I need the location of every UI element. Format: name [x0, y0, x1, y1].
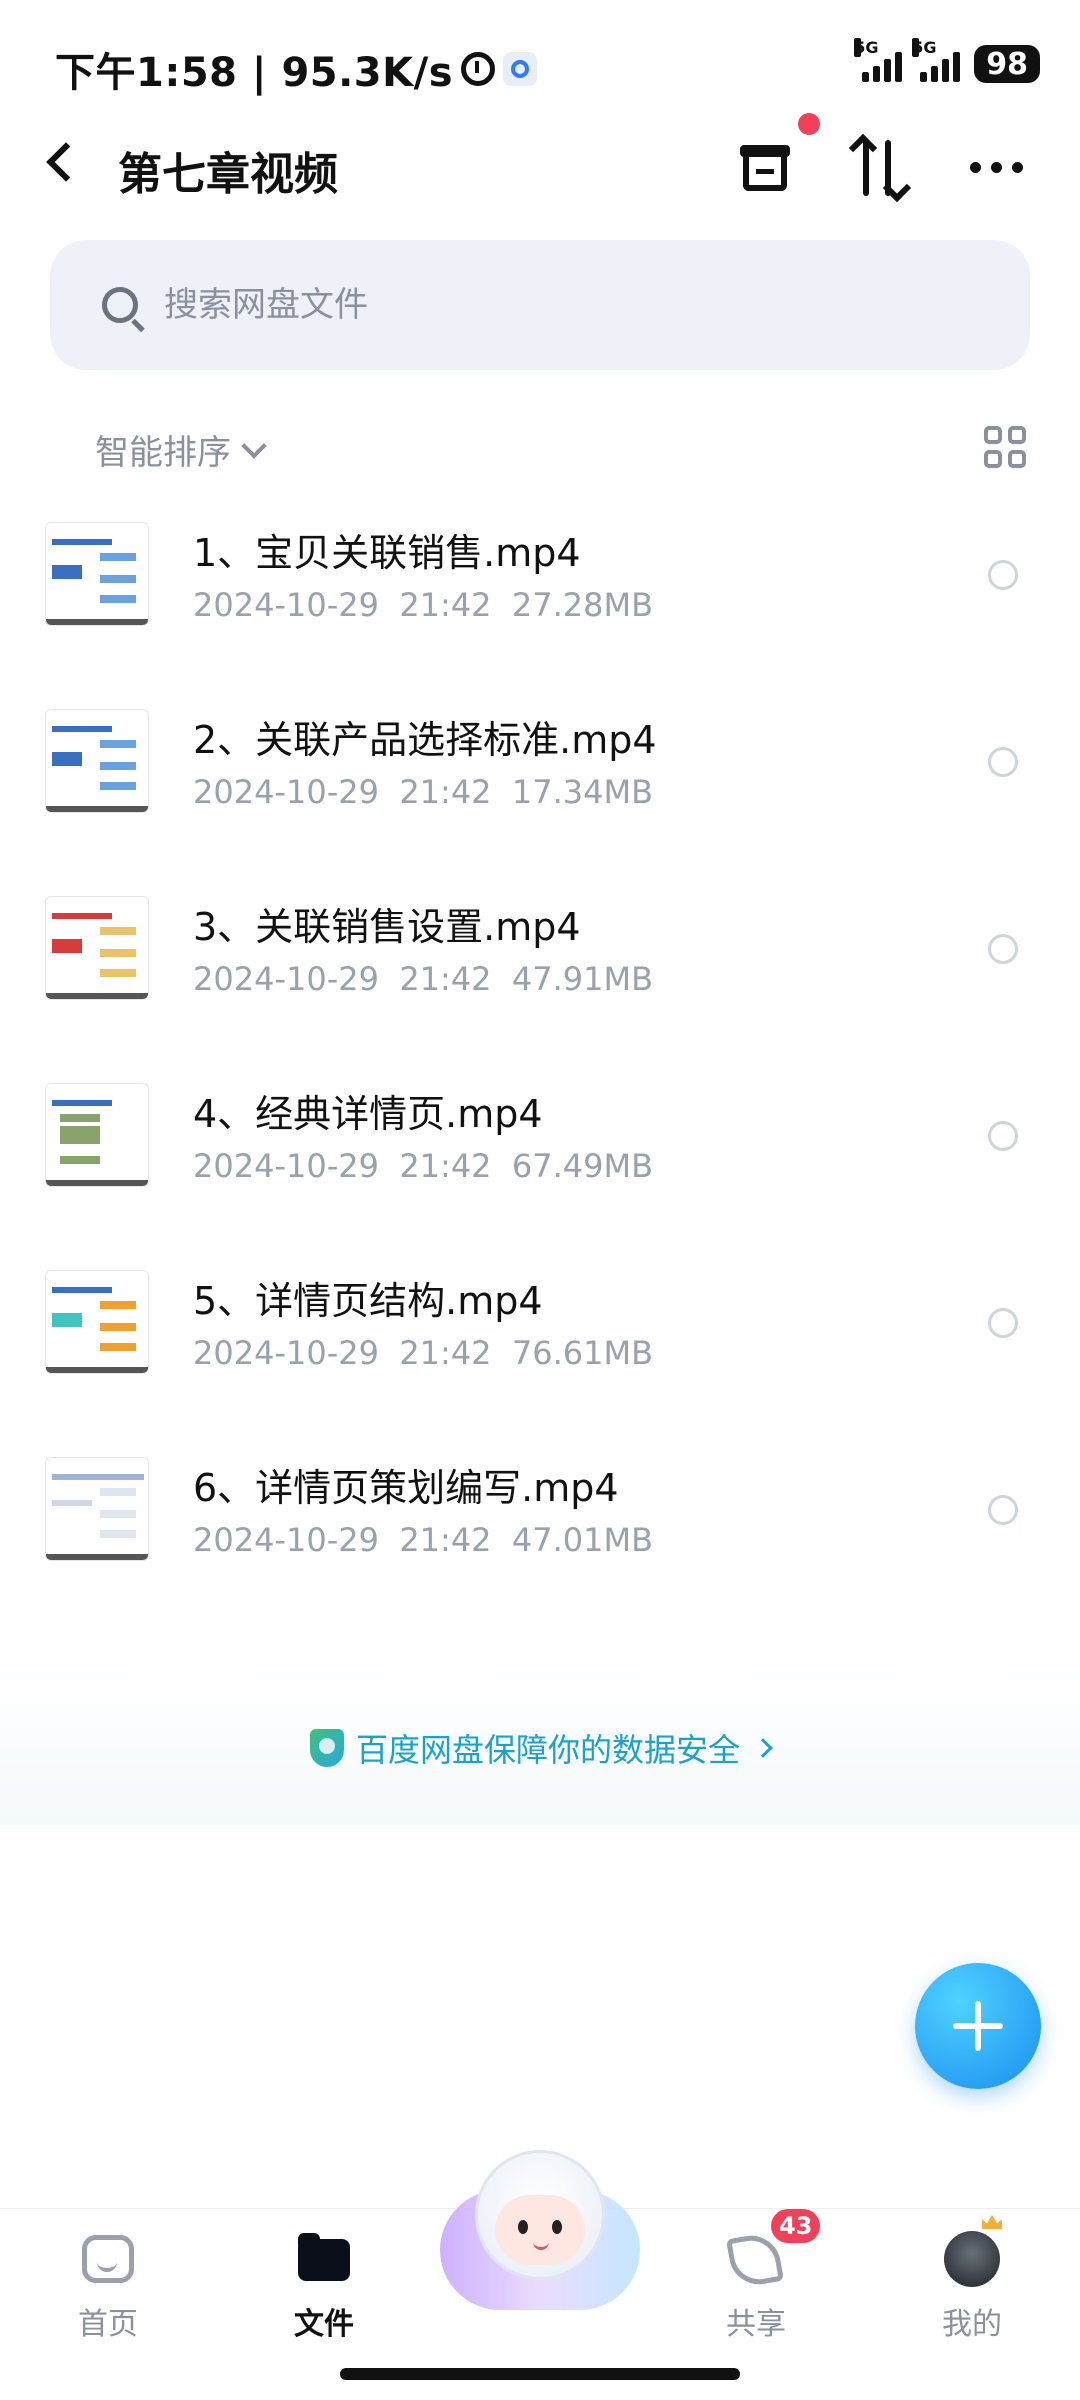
- video-thumbnail: [45, 1457, 149, 1561]
- file-size: 47.01MB: [511, 1521, 654, 1559]
- chevron-right-icon: [753, 1737, 773, 1758]
- select-radio[interactable]: [988, 1121, 1018, 1151]
- alarm-icon: [461, 52, 496, 86]
- nav-home-label: 首页: [78, 2307, 138, 2342]
- select-radio[interactable]: [988, 560, 1018, 590]
- file-time: 21:42: [399, 586, 492, 624]
- file-meta: 2024-10-29 21:42 67.49MB: [193, 1147, 653, 1185]
- nav-mine-label: 我的: [942, 2307, 1002, 2342]
- video-thumbnail: [45, 709, 149, 813]
- network-type-2: 5G: [912, 38, 937, 57]
- file-name: 5、详情页结构.mp4: [193, 1279, 543, 1323]
- share-badge: 43: [771, 2209, 821, 2243]
- video-thumbnail: [45, 896, 149, 1000]
- back-icon[interactable]: [46, 142, 86, 182]
- file-list: 1、宝贝关联销售.mp4 2024-10-29 21:42 27.28MB 2、…: [0, 510, 1080, 1632]
- select-radio[interactable]: [988, 1495, 1018, 1525]
- signal-icon-1: 5G: [854, 38, 903, 82]
- add-button[interactable]: [915, 1963, 1041, 2089]
- shield-icon: [309, 1728, 344, 1767]
- nav-files-label: 文件: [294, 2307, 354, 2342]
- file-row[interactable]: 5、详情页结构.mp4 2024-10-29 21:42 76.61MB: [0, 1258, 1080, 1445]
- ai-assistant-mascot[interactable]: [440, 2150, 640, 2330]
- file-size: 76.61MB: [511, 1334, 654, 1372]
- file-date: 2024-10-29: [193, 773, 379, 811]
- file-meta: 2024-10-29 21:42 17.34MB: [193, 773, 653, 811]
- select-radio[interactable]: [988, 934, 1018, 964]
- file-meta: 2024-10-29 21:42 47.91MB: [193, 960, 653, 998]
- notification-dot: [798, 113, 820, 135]
- network-type-1: 5G: [854, 38, 879, 57]
- file-row[interactable]: 2、关联产品选择标准.mp4 2024-10-29 21:42 17.34MB: [0, 697, 1080, 884]
- page-title: 第七章视频: [118, 149, 338, 200]
- transfer-box-icon[interactable]: [740, 145, 790, 191]
- file-row[interactable]: 6、详情页策划编写.mp4 2024-10-29 21:42 47.01MB: [0, 1445, 1080, 1632]
- sort-order-icon[interactable]: [855, 138, 905, 198]
- battery-icon: 98: [974, 45, 1040, 83]
- search-icon: [102, 287, 138, 323]
- status-time: 下午1:58 | 95.3K/s: [55, 50, 454, 96]
- search-bar[interactable]: [50, 240, 1030, 370]
- file-time: 21:42: [399, 960, 492, 998]
- avatar: [944, 2231, 1000, 2287]
- status-indicators: 5G 5G 98: [854, 38, 1040, 83]
- file-size: 67.49MB: [511, 1147, 654, 1185]
- file-time: 21:42: [399, 1334, 492, 1372]
- search-input[interactable]: [164, 285, 964, 325]
- send-icon: [726, 2231, 784, 2289]
- file-date: 2024-10-29: [193, 1147, 379, 1185]
- more-options-icon[interactable]: [970, 162, 1023, 173]
- crown-icon: [982, 2215, 1002, 2229]
- file-name: 2、关联产品选择标准.mp4: [193, 718, 657, 762]
- file-size: 27.28MB: [511, 586, 654, 624]
- file-name: 4、经典详情页.mp4: [193, 1092, 543, 1136]
- file-size: 47.91MB: [511, 960, 654, 998]
- status-time-group: 下午1:58 | 95.3K/s: [55, 40, 538, 98]
- status-bar: 下午1:58 | 95.3K/s 5G 5G 98: [0, 0, 1080, 130]
- file-name: 1、宝贝关联销售.mp4: [193, 531, 581, 575]
- file-date: 2024-10-29: [193, 960, 379, 998]
- grid-view-icon[interactable]: [984, 426, 1026, 468]
- home-icon: [82, 2235, 134, 2283]
- file-meta: 2024-10-29 21:42 47.01MB: [193, 1521, 653, 1559]
- file-meta: 2024-10-29 21:42 76.61MB: [193, 1334, 653, 1372]
- nav-share-label: 共享: [726, 2307, 786, 2342]
- file-row[interactable]: 3、关联销售设置.mp4 2024-10-29 21:42 47.91MB: [0, 884, 1080, 1071]
- signal-icon-2: 5G: [912, 38, 961, 82]
- folder-icon: [298, 2233, 350, 2281]
- security-text: 百度网盘保障你的数据安全: [355, 1730, 740, 1769]
- file-name: 6、详情页策划编写.mp4: [193, 1466, 619, 1510]
- file-row[interactable]: 1、宝贝关联销售.mp4 2024-10-29 21:42 27.28MB: [0, 510, 1080, 697]
- select-radio[interactable]: [988, 1308, 1018, 1338]
- security-banner[interactable]: 百度网盘保障你的数据安全: [0, 1670, 1080, 1825]
- video-thumbnail: [45, 1270, 149, 1374]
- nav-mine[interactable]: 我的: [892, 2209, 1052, 2400]
- file-row[interactable]: 4、经典详情页.mp4 2024-10-29 21:42 67.49MB: [0, 1071, 1080, 1258]
- file-time: 21:42: [399, 1521, 492, 1559]
- video-thumbnail: [45, 1083, 149, 1187]
- smart-sort-dropdown[interactable]: 智能排序: [95, 425, 267, 474]
- file-date: 2024-10-29: [193, 1334, 379, 1372]
- battery-level: 98: [986, 46, 1028, 82]
- file-date: 2024-10-29: [193, 1521, 379, 1559]
- home-indicator[interactable]: [340, 2368, 740, 2380]
- select-radio[interactable]: [988, 747, 1018, 777]
- file-time: 21:42: [399, 773, 492, 811]
- chevron-down-icon: [241, 432, 267, 459]
- sort-label: 智能排序: [95, 433, 231, 473]
- file-name: 3、关联销售设置.mp4: [193, 905, 581, 949]
- file-meta: 2024-10-29 21:42 27.28MB: [193, 586, 653, 624]
- file-time: 21:42: [399, 1147, 492, 1185]
- video-thumbnail: [45, 522, 149, 626]
- nav-home[interactable]: 首页: [28, 2209, 188, 2400]
- app-notification-icon: [503, 52, 538, 86]
- file-date: 2024-10-29: [193, 586, 379, 624]
- file-size: 17.34MB: [511, 773, 654, 811]
